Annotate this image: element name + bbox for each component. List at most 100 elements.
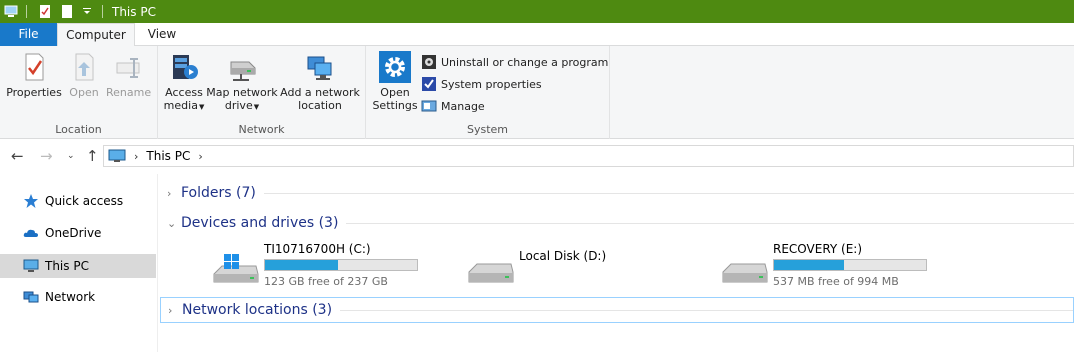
- back-arrow-icon[interactable]: ←: [11, 147, 24, 165]
- manage-label: Manage: [441, 99, 485, 113]
- tab-computer[interactable]: Computer: [57, 23, 135, 47]
- section-folders[interactable]: › Folders (7): [160, 181, 1074, 205]
- toolbar-divider: [26, 5, 27, 18]
- system-group-label: System: [466, 123, 509, 136]
- customize-toolbar-icon[interactable]: [80, 5, 94, 18]
- map-network-drive-button[interactable]: Map network drive▼: [206, 50, 278, 114]
- drive-usage-fill: [265, 260, 338, 270]
- rename-button[interactable]: Rename: [106, 50, 152, 99]
- map-drive-label-line2: drive: [224, 99, 253, 112]
- system-properties-button[interactable]: System properties: [421, 74, 542, 94]
- drive-item-e[interactable]: RECOVERY (E:) 537 MB free of 994 MB: [721, 240, 941, 290]
- drive-name: Local Disk (D:): [519, 249, 607, 263]
- sidebar-item-label: OneDrive: [45, 226, 102, 240]
- uninstall-label: Uninstall or change a program: [441, 55, 609, 69]
- section-divider: [340, 309, 1073, 311]
- section-devices-and-drives[interactable]: ⌄ Devices and drives (3): [160, 211, 1074, 235]
- ribbon-tabs: File Computer View: [0, 23, 1074, 47]
- breadcrumb-chevron-icon[interactable]: ›: [198, 150, 202, 163]
- drive-name: TI10716700H (C:): [264, 242, 371, 256]
- drive-free-space: 537 MB free of 994 MB: [773, 275, 899, 288]
- breadcrumb-this-pc[interactable]: This PC: [146, 149, 190, 163]
- open-settings-button[interactable]: Open Settings: [372, 50, 418, 112]
- tab-view[interactable]: View: [135, 23, 189, 46]
- location-group: Properties Open Rename Location: [0, 46, 158, 139]
- section-divider: [263, 192, 1074, 194]
- open-button[interactable]: Open: [64, 50, 104, 99]
- recent-locations-chevron-icon[interactable]: ⌄: [67, 151, 75, 161]
- address-bar[interactable]: › This PC ›: [103, 145, 1074, 167]
- uninstall-icon: [422, 55, 436, 69]
- properties-icon: [25, 53, 44, 81]
- map-drive-label-line1: Map network: [206, 86, 278, 99]
- rename-label: Rename: [106, 86, 152, 99]
- network-location-icon: [307, 56, 332, 80]
- cloud-icon: [23, 229, 38, 237]
- sidebar-item-quick-access[interactable]: Quick access: [0, 189, 156, 213]
- title-bar: This PC: [0, 0, 1074, 23]
- properties-button[interactable]: Properties: [6, 50, 62, 99]
- manage-icon: [421, 100, 437, 112]
- section-divider: [346, 222, 1074, 224]
- network-icon: [23, 291, 39, 303]
- star-icon: [24, 194, 38, 208]
- sidebar-item-label: Quick access: [45, 194, 124, 208]
- drive-item-c[interactable]: TI10716700H (C:) 123 GB free of 237 GB: [212, 240, 432, 290]
- collapse-chevron-icon[interactable]: ⌄: [167, 217, 181, 230]
- quick-access-toolbar: [0, 0, 110, 23]
- sidebar-item-network[interactable]: Network: [0, 285, 156, 309]
- hard-drive-icon: [468, 263, 514, 283]
- add-location-label-line2: location: [298, 99, 342, 112]
- drive-item-d[interactable]: Local Disk (D:): [467, 240, 687, 290]
- rename-icon: [116, 58, 140, 78]
- section-title: Network locations (3): [182, 302, 333, 318]
- tab-file[interactable]: File: [0, 23, 57, 46]
- open-settings-label-line2: Settings: [372, 99, 418, 112]
- section-title: Folders (7): [181, 185, 256, 201]
- breadcrumb-chevron-icon[interactable]: ›: [134, 150, 138, 163]
- gear-icon: [379, 51, 411, 83]
- computer-icon: [108, 149, 126, 162]
- new-folder-icon[interactable]: [60, 5, 74, 18]
- system-properties-label: System properties: [441, 77, 542, 91]
- sidebar-item-label: Network: [45, 290, 96, 304]
- dropdown-arrow-icon: ▼: [253, 103, 260, 111]
- expand-chevron-icon[interactable]: ›: [168, 304, 182, 317]
- drive-name: RECOVERY (E:): [773, 242, 863, 256]
- properties-label: Properties: [6, 86, 62, 99]
- windows-drive-icon: [213, 254, 259, 283]
- window-title: This PC: [112, 4, 156, 19]
- manage-button[interactable]: Manage: [421, 96, 485, 116]
- drive-free-space: 123 GB free of 237 GB: [264, 275, 388, 288]
- access-media-button[interactable]: Access media▼: [162, 50, 206, 114]
- computer-icon[interactable]: [4, 5, 18, 18]
- access-media-label-line2: media: [163, 99, 198, 112]
- add-network-location-button[interactable]: Add a network location: [280, 50, 360, 112]
- expand-chevron-icon[interactable]: ›: [167, 187, 181, 200]
- network-drive-icon: [230, 61, 256, 81]
- sidebar-item-onedrive[interactable]: OneDrive: [0, 221, 156, 245]
- navigation-bar: ← → ⌄ ↑ › This PC ›: [0, 139, 1074, 174]
- dropdown-arrow-icon: ▼: [198, 103, 205, 111]
- section-title: Devices and drives (3): [181, 215, 339, 231]
- sidebar-item-this-pc[interactable]: This PC: [0, 254, 156, 278]
- hard-drive-icon: [722, 263, 768, 283]
- up-arrow-icon[interactable]: ↑: [86, 147, 99, 165]
- open-label: Open: [69, 86, 99, 99]
- computer-icon: [23, 259, 39, 272]
- navigation-pane: Quick access OneDrive This PC Network: [0, 174, 158, 352]
- network-group: Access media▼ Map network drive▼ Add a n…: [158, 46, 366, 139]
- forward-arrow-icon[interactable]: →: [40, 147, 53, 165]
- drive-usage-bar: [264, 259, 418, 271]
- open-settings-label-line1: Open: [380, 86, 410, 99]
- system-properties-icon: [422, 77, 436, 91]
- access-media-icon: [173, 55, 198, 79]
- properties-icon[interactable]: [38, 5, 52, 18]
- drive-usage-bar: [773, 259, 927, 271]
- sidebar-item-label: This PC: [45, 259, 89, 273]
- add-location-label-line1: Add a network: [280, 86, 360, 99]
- section-network-locations[interactable]: › Network locations (3): [160, 297, 1074, 323]
- uninstall-program-button[interactable]: Uninstall or change a program: [421, 52, 608, 72]
- open-icon: [75, 53, 94, 81]
- access-media-label-line1: Access: [165, 86, 203, 99]
